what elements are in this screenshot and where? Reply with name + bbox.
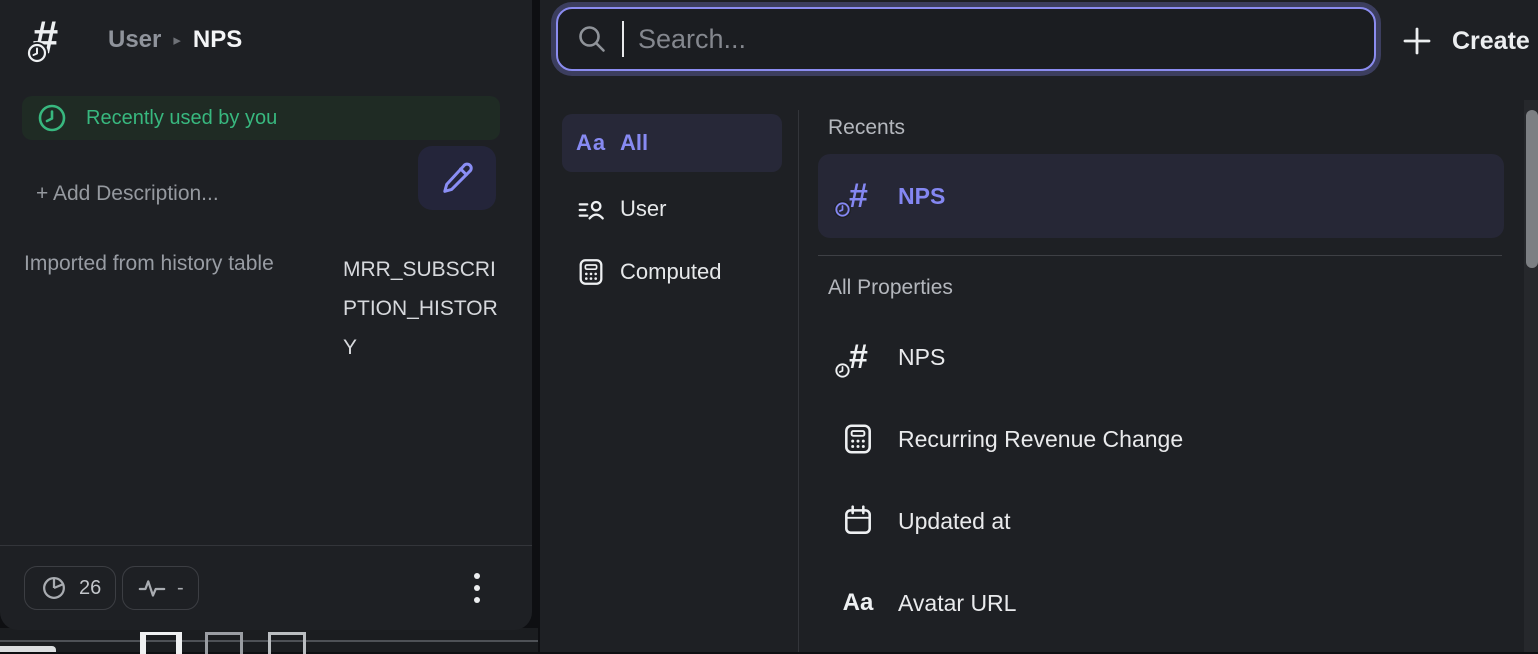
distinct-count-button[interactable]: 26: [24, 566, 116, 610]
create-button[interactable]: Create: [1402, 18, 1530, 64]
calculator-icon: [562, 257, 620, 287]
category-tab-computed[interactable]: Computed: [562, 246, 782, 298]
text-caret: [622, 21, 624, 57]
category-label: Computed: [620, 259, 722, 285]
property-row-avatar-url[interactable]: Aa Avatar URL: [818, 564, 1504, 642]
search-input[interactable]: Search...: [556, 7, 1376, 71]
property-row-updated-at[interactable]: Updated at: [818, 482, 1504, 560]
import-source-value: MRR_SUBSCRIPTION_HISTORY: [343, 250, 503, 367]
trend-button[interactable]: -: [122, 566, 199, 610]
recently-used-label: Recently used by you: [86, 107, 277, 130]
edit-button[interactable]: [418, 146, 496, 210]
recent-property-row-nps[interactable]: # NPS: [818, 154, 1504, 238]
category-tab-all[interactable]: Aa All: [562, 114, 782, 172]
breadcrumb-parent[interactable]: User: [108, 26, 161, 54]
property-picker-panel: Search... Create Aa All User: [540, 0, 1538, 652]
background-page-fragment: [0, 628, 538, 652]
user-list-icon: [562, 194, 620, 224]
pencil-icon: [438, 159, 476, 197]
property-row-nps[interactable]: # NPS: [818, 318, 1504, 396]
search-placeholder: Search...: [638, 24, 746, 55]
recently-used-badge: Recently used by you: [22, 96, 500, 140]
pie-chart-icon: [39, 573, 69, 603]
clock-icon: [26, 42, 48, 64]
import-source-label: Imported from history table: [24, 252, 274, 276]
chevron-right-icon: ▸: [173, 31, 181, 49]
create-button-label: Create: [1452, 27, 1530, 56]
kebab-dot: [474, 585, 480, 591]
more-options-button[interactable]: [462, 566, 492, 610]
activity-pulse-icon: [137, 575, 167, 601]
text-type-icon: Aa: [830, 589, 886, 617]
kebab-dot: [474, 573, 480, 579]
background-table-cell: [205, 632, 243, 654]
text-type-icon: Aa: [562, 130, 620, 156]
property-label: NPS: [898, 344, 945, 371]
numeric-history-property-icon: #: [830, 338, 886, 377]
scrollbar-thumb[interactable]: [1526, 110, 1538, 268]
kebab-dot: [474, 597, 480, 603]
breadcrumb-current: NPS: [193, 26, 242, 54]
numeric-history-property-icon: #: [830, 177, 886, 216]
category-label: All: [620, 130, 648, 156]
divider: [798, 110, 799, 652]
background-table-cell: [140, 632, 182, 654]
category-tab-user[interactable]: User: [562, 183, 782, 235]
search-icon: [576, 23, 608, 55]
property-detail-panel: # User ▸ NPS Recently used by you + Add …: [0, 0, 532, 630]
background-table-cell: [268, 632, 306, 654]
distinct-count-value: 26: [79, 577, 101, 600]
background-fragment: [0, 646, 56, 652]
numeric-history-property-icon: #: [32, 10, 58, 64]
property-label: Recurring Revenue Change: [898, 426, 1183, 453]
divider: [818, 255, 1502, 256]
breadcrumb: User ▸ NPS: [108, 26, 242, 54]
all-properties-section-header: All Properties: [828, 276, 953, 300]
trend-value: -: [177, 577, 184, 600]
add-description-button[interactable]: + Add Description...: [36, 182, 219, 206]
category-label: User: [620, 196, 666, 222]
property-row-recurring-revenue-change[interactable]: Recurring Revenue Change: [818, 400, 1504, 478]
property-label: NPS: [898, 183, 945, 210]
recents-section-header: Recents: [828, 116, 905, 140]
calendar-icon: [830, 504, 886, 538]
clock-icon: [36, 102, 68, 134]
property-label: Updated at: [898, 508, 1011, 535]
divider: [0, 545, 532, 546]
calculator-icon: [830, 422, 886, 456]
property-label: Avatar URL: [898, 590, 1016, 617]
plus-icon: [1402, 26, 1432, 56]
